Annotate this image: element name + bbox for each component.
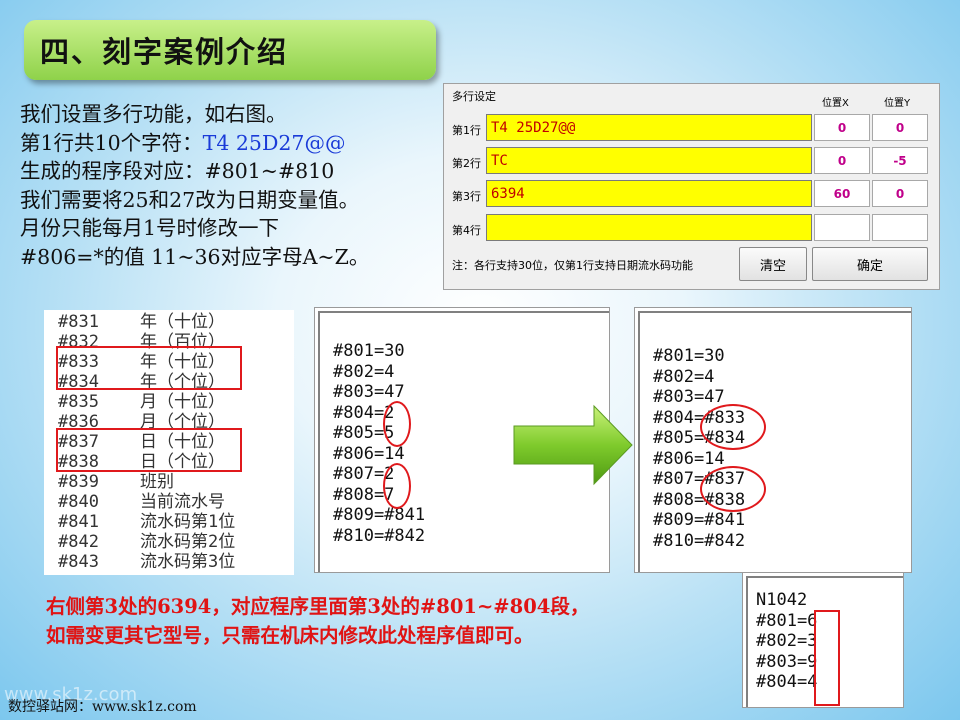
highlight-ring [700,404,766,450]
table-row: #840 当前流水号 [58,492,225,512]
table-row: #842 流水码第2位 [58,532,236,552]
group-label: 多行设定 [452,90,496,103]
intro-text: 我们设置多行功能，如右图。 第1行共10个字符：T4 25D27@@ 生成的程序… [20,100,369,271]
highlight-box-day [56,428,242,472]
highlight-text: T4 25D27@@ [202,130,346,155]
table-row: #835 月（十位） [58,392,225,412]
dialog-note: 注：各行支持30位，仅第1行支持日期流水码功能 [452,259,693,272]
explanation-line: 右侧第3处的6394，对应程序里面第3处的#801~#804段， [46,595,590,618]
arrow-right-icon [513,404,633,486]
intro-line: 我们需要将25和27改为日期变量值。 [20,187,360,212]
row-3-y-input[interactable]: 0 [872,180,928,207]
variable-table-panel: #831 年（十位） #832 年（百位） #833 年（十位） #834 年（个位） … [44,310,294,575]
table-row: #831 年（十位） [58,312,225,332]
code-line: #801=30 [333,341,405,361]
row-2-label: 第2行 [452,157,481,170]
code-line: #802=4 [653,366,715,387]
code-line: #804=4 [756,672,818,692]
highlight-box-year [56,346,242,390]
intro-line: #806=*的值 11~36对应字母A~Z。 [20,244,370,269]
explanation-line: 如需变更其它型号，只需在机床内修改此处程序值即可。 [46,624,534,647]
code-line: #803=47 [653,387,725,407]
footer-text: 数控驿站网：www.sk1z.com [8,699,197,715]
code-line: #802=4 [333,361,395,382]
table-row: #839 班别 [58,472,174,492]
ok-button[interactable]: 确定 [812,247,928,281]
row-4-y-input[interactable] [872,214,928,241]
highlight-ring [383,463,411,509]
intro-line: 第1行共10个字符：T4 25D27@@ [20,130,346,155]
program-after-panel: #801=30 #802=4 #803=47 #804=#833 #805=#8… [634,307,912,573]
highlight-ring [383,401,411,447]
explanation-text: 右侧第3处的6394，对应程序里面第3处的#801~#804段， 如需变更其它型… [46,592,589,650]
row-1-input[interactable]: T4 25D27@@ [486,114,812,141]
code-line: #806=14 [653,448,725,469]
row-1-y-input[interactable]: 0 [872,114,928,141]
col-x-header: 位置X [822,98,849,109]
highlight-ring [700,466,766,512]
code-line: #810=#842 [333,525,426,546]
code-line: N1042 [756,590,808,610]
row-2-input[interactable]: TC [486,147,812,174]
code-line: #802=3 [756,631,818,651]
code-line: #803=47 [333,382,405,402]
slide: 四、刻字案例介绍 我们设置多行功能，如右图。 第1行共10个字符：T4 25D2… [0,0,960,720]
code-line: #809=#841 [333,505,426,525]
program-view: #801=30 #802=4 #803=47 #804=#833 #805=#8… [638,311,911,572]
row-3-label: 第3行 [452,190,481,203]
row-4-label: 第4行 [452,224,481,237]
col-y-header: 位置Y [884,98,911,109]
code-line: #801=6 [756,610,818,631]
clear-button[interactable]: 清空 [739,247,807,281]
row-4-input[interactable] [486,214,812,241]
table-row: #843 流水码第3位 [58,552,236,572]
code-line: #803=9 [756,651,818,672]
row-3-x-input[interactable]: 60 [814,180,870,207]
row-4-x-input[interactable] [814,214,870,241]
intro-line: 我们设置多行功能，如右图。 [20,102,287,126]
intro-line: 月份只能每月1号时修改一下 [20,216,280,240]
multiline-settings-dialog: 多行设定 位置X 位置Y 第1行 T4 25D27@@ 0 0 第2行 TC 0… [443,83,940,290]
program-view: N1042 #801=6 #802=3 #803=9 #804=4 [746,576,903,707]
code-line: #809=#841 [653,510,746,530]
program-small-panel: N1042 #801=6 #802=3 #803=9 #804=4 [742,572,904,708]
row-1-x-input[interactable]: 0 [814,114,870,141]
highlight-box-values [814,610,840,706]
code-line: #801=30 [653,346,725,366]
row-2-y-input[interactable]: -5 [872,147,928,174]
row-3-input[interactable]: 6394 [486,180,812,207]
intro-line: 生成的程序段对应：#801~#810 [20,159,335,183]
code-line: #810=#842 [653,530,746,551]
row-1-label: 第1行 [452,124,481,137]
title-box: 四、刻字案例介绍 [24,20,436,80]
slide-title: 四、刻字案例介绍 [40,35,289,69]
table-row: #841 流水码第1位 [58,512,236,532]
row-2-x-input[interactable]: 0 [814,147,870,174]
